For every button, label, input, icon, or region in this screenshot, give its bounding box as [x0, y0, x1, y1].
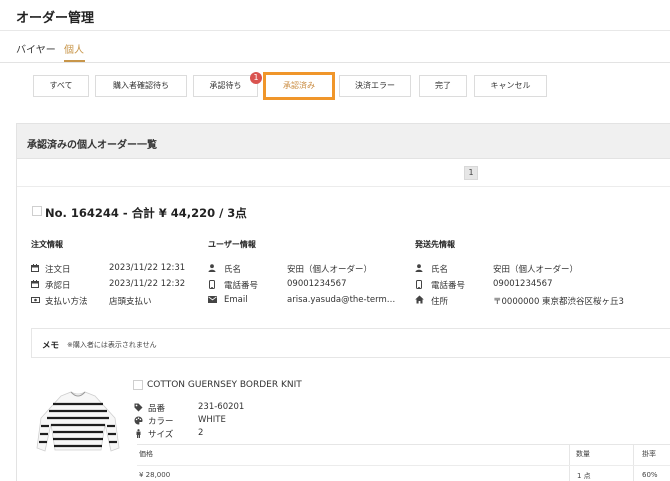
color-label: カラー — [148, 417, 174, 427]
order-date-value: 2023/11/22 12:31 — [109, 263, 186, 273]
rate-column-header: 掛率 — [642, 450, 656, 458]
pagination-bar — [17, 159, 670, 187]
user-phone-label: 電話番号 — [224, 281, 259, 291]
user-email-value: arisa.yasuda@the-term… — [287, 295, 396, 305]
money-icon — [31, 296, 40, 304]
column-divider — [569, 444, 570, 481]
sku-label: 品番 — [148, 404, 166, 414]
price-value: ¥ 28,000 — [139, 471, 171, 479]
calendar-icon — [31, 264, 39, 272]
status-tab-complete[interactable]: 完了 — [419, 75, 467, 97]
product-name: COTTON GUERNSEY BORDER KNIT — [147, 380, 302, 390]
quantity-value: 1 点 — [577, 472, 591, 480]
header-divider — [0, 30, 670, 31]
shipping-address-label: 住所 — [431, 297, 449, 307]
approved-date-label: 承認日 — [45, 281, 71, 291]
page-number-button[interactable]: 1 — [464, 166, 478, 180]
sku-value: 231-60201 — [198, 402, 245, 412]
user-info-title: ユーザー情報 — [208, 240, 256, 249]
price-row-divider — [137, 465, 670, 466]
user-email-label: Email — [224, 295, 248, 305]
home-icon — [415, 295, 424, 304]
order-heading: No. 164244 - 合計 ¥ 44,220 / 3点 — [45, 206, 247, 220]
person-standing-icon — [135, 429, 143, 438]
user-name-label: 氏名 — [224, 265, 242, 275]
price-table-divider — [137, 444, 670, 445]
shipping-info-title: 発送先情報 — [415, 240, 455, 249]
panel-title: 承認済みの個人オーダー一覧 — [27, 140, 157, 151]
quantity-column-header: 数量 — [576, 450, 590, 458]
memo-note: ※購入者には表示されません — [67, 341, 157, 349]
memo-box[interactable]: メモ ※購入者には表示されません — [31, 328, 670, 358]
shipping-name-value: 安田（個人オーダー） — [493, 265, 579, 275]
status-tab-awaiting-approval[interactable]: 承認待ち — [193, 75, 258, 97]
tab-individual[interactable]: 個人 — [64, 41, 84, 56]
user-phone-value: 09001234567 — [287, 279, 347, 289]
mobile-phone-icon — [416, 280, 424, 289]
status-tab-cancel[interactable]: キャンセル — [474, 75, 547, 97]
order-info-title: 注文情報 — [31, 240, 63, 249]
color-value: WHITE — [198, 415, 226, 425]
memo-label: メモ — [42, 341, 60, 351]
rate-value: 60% — [642, 471, 658, 479]
approved-date-value: 2023/11/22 12:32 — [109, 279, 186, 289]
size-value: 2 — [198, 428, 204, 438]
tag-icon — [134, 403, 143, 412]
shipping-phone-label: 電話番号 — [431, 281, 466, 291]
item-select-checkbox[interactable] — [133, 380, 143, 390]
payment-value: 店頭支払い — [109, 297, 152, 307]
shipping-address-value: 〒0000000 東京都渋谷区桜ヶ丘3 — [493, 297, 624, 307]
tabs-divider — [0, 62, 670, 63]
user-icon — [208, 264, 216, 272]
tab-buyer[interactable]: バイヤー — [16, 41, 56, 56]
order-select-checkbox[interactable] — [32, 206, 42, 216]
page-title: オーダー管理 — [16, 11, 95, 26]
price-column-header: 価格 — [139, 450, 153, 458]
status-tab-payment-error[interactable]: 決済エラー — [339, 75, 411, 97]
approved-orders-panel: 承認済みの個人オーダー一覧 1 No. 164244 - 合計 ¥ 44,220… — [16, 123, 670, 481]
column-divider — [633, 444, 634, 481]
mobile-phone-icon — [209, 280, 217, 289]
status-tab-awaiting-buyer[interactable]: 購入者確認待ち — [95, 75, 187, 97]
palette-icon — [134, 416, 143, 425]
status-tab-all[interactable]: すべて — [33, 75, 89, 97]
envelope-icon — [208, 296, 217, 304]
user-icon — [415, 264, 423, 272]
shipping-name-label: 氏名 — [431, 265, 449, 275]
payment-label: 支払い方法 — [45, 297, 88, 307]
status-tab-approved[interactable]: 承認済み — [263, 72, 335, 100]
user-name-value: 安田（個人オーダー） — [287, 265, 373, 275]
shipping-phone-value: 09001234567 — [493, 279, 553, 289]
calendar-icon — [31, 280, 39, 288]
order-date-label: 注文日 — [45, 265, 71, 275]
product-thumbnail — [35, 388, 121, 459]
size-label: サイズ — [148, 430, 174, 440]
pending-count-badge: 1 — [250, 72, 262, 84]
